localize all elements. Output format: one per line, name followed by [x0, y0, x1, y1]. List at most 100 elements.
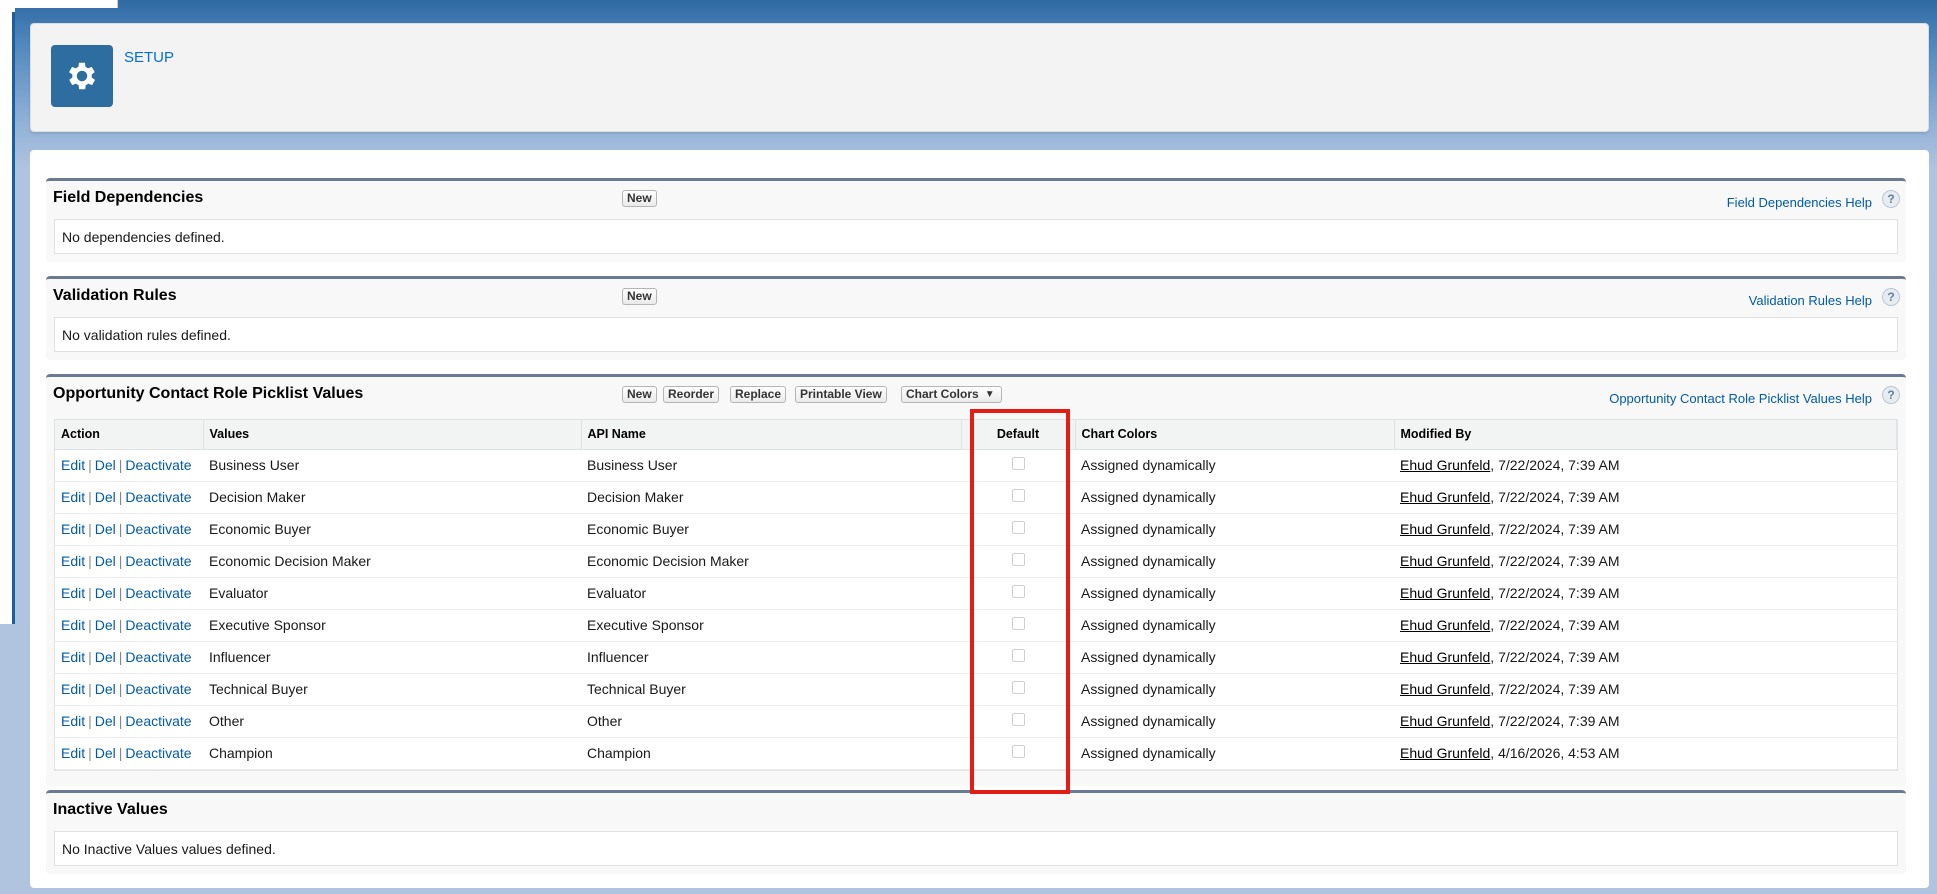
separator: |	[118, 617, 123, 633]
new-field-dependency-button[interactable]: New	[622, 190, 657, 207]
api-name-cell: Business User	[581, 449, 961, 482]
user-link[interactable]: Ehud Grunfeld	[1400, 521, 1490, 537]
modified-date: , 7/22/2024, 7:39 AM	[1490, 457, 1620, 473]
user-link[interactable]: Ehud Grunfeld	[1400, 649, 1490, 665]
section-title: Opportunity Contact Role Picklist Values	[53, 385, 364, 402]
api-name-cell: Other	[581, 705, 961, 738]
field-dependencies-section: Field Dependencies New Field Dependencie…	[46, 178, 1906, 262]
del-link[interactable]: Del	[95, 617, 116, 633]
chart-color-cell: Assigned dynamically	[1075, 705, 1394, 738]
validation-rules-section: Validation Rules New Validation Rules He…	[46, 276, 1906, 360]
action-cell: Edit | Del | Deactivate	[55, 545, 203, 578]
user-link[interactable]: Ehud Grunfeld	[1400, 713, 1490, 729]
edit-link[interactable]: Edit	[61, 649, 85, 665]
setup-header: SETUP	[30, 23, 1929, 132]
action-cell: Edit | Del | Deactivate	[55, 577, 203, 610]
top-tab	[0, 0, 118, 8]
table-row: Edit | Del | Deactivate Decision Maker Decis…	[55, 481, 1897, 514]
del-link[interactable]: Del	[95, 489, 116, 505]
default-checkbox	[1011, 617, 1025, 630]
separator: |	[88, 585, 92, 601]
default-checkbox	[1011, 553, 1025, 566]
value-cell: Executive Sponsor	[203, 609, 581, 642]
validation-rules-help-link[interactable]: Validation Rules Help	[1749, 293, 1872, 308]
edit-link[interactable]: Edit	[61, 713, 85, 729]
user-link[interactable]: Ehud Grunfeld	[1400, 457, 1490, 473]
modified-by-cell: Ehud Grunfeld, 7/22/2024, 7:39 AM	[1394, 609, 1897, 642]
section-title: Field Dependencies	[53, 189, 204, 206]
user-link[interactable]: Ehud Grunfeld	[1400, 585, 1490, 601]
help-icon[interactable]: ?	[1882, 386, 1900, 404]
table-row: Edit | Del | Deactivate Economic Decision Ma…	[55, 545, 1897, 578]
modified-date: , 7/22/2024, 7:39 AM	[1490, 553, 1620, 569]
default-cell	[961, 481, 1075, 514]
value-cell: Champion	[203, 737, 581, 770]
deactivate-link[interactable]: Deactivate	[125, 681, 191, 697]
user-link[interactable]: Ehud Grunfeld	[1400, 489, 1490, 505]
chart-colors-dropdown[interactable]: Chart Colors ▼	[901, 386, 1002, 403]
modified-by-cell: Ehud Grunfeld, 7/22/2024, 7:39 AM	[1394, 673, 1897, 706]
new-value-button[interactable]: New	[622, 386, 657, 403]
edit-link[interactable]: Edit	[61, 457, 85, 473]
replace-button[interactable]: Replace	[730, 386, 787, 403]
edit-link[interactable]: Edit	[61, 745, 85, 761]
separator: |	[118, 681, 123, 697]
default-cell	[961, 641, 1075, 674]
field-dependencies-help-link[interactable]: Field Dependencies Help	[1727, 195, 1872, 210]
separator: |	[118, 489, 123, 505]
printable-view-button[interactable]: Printable View	[795, 386, 887, 403]
del-link[interactable]: Del	[95, 649, 116, 665]
deactivate-link[interactable]: Deactivate	[125, 745, 191, 761]
value-cell: Decision Maker	[203, 481, 581, 514]
deactivate-link[interactable]: Deactivate	[125, 489, 191, 505]
default-cell	[961, 545, 1075, 578]
chart-color-cell: Assigned dynamically	[1075, 737, 1394, 770]
edit-link[interactable]: Edit	[61, 489, 85, 505]
value-cell: Economic Decision Maker	[203, 545, 581, 578]
action-cell: Edit | Del | Deactivate	[55, 705, 203, 738]
value-cell: Other	[203, 705, 581, 738]
deactivate-link[interactable]: Deactivate	[125, 585, 191, 601]
user-link[interactable]: Ehud Grunfeld	[1400, 553, 1490, 569]
new-validation-rule-button[interactable]: New	[622, 288, 657, 305]
picklist-values-help-link[interactable]: Opportunity Contact Role Picklist Values…	[1609, 391, 1872, 406]
page-title[interactable]: SETUP	[124, 49, 174, 66]
table-row: Edit | Del | Deactivate Executive Sponsor Ex…	[55, 609, 1897, 642]
del-link[interactable]: Del	[95, 745, 116, 761]
edit-link[interactable]: Edit	[61, 585, 85, 601]
default-cell	[961, 705, 1075, 738]
deactivate-link[interactable]: Deactivate	[125, 553, 191, 569]
reorder-button[interactable]: Reorder	[663, 386, 720, 403]
column-header-values: Values	[203, 420, 582, 450]
del-link[interactable]: Del	[95, 713, 116, 729]
left-panel-lower	[0, 624, 15, 894]
del-link[interactable]: Del	[95, 553, 116, 569]
edit-link[interactable]: Edit	[61, 521, 85, 537]
deactivate-link[interactable]: Deactivate	[125, 457, 191, 473]
deactivate-link[interactable]: Deactivate	[125, 649, 191, 665]
deactivate-link[interactable]: Deactivate	[125, 617, 191, 633]
api-name-cell: Technical Buyer	[581, 673, 961, 706]
help-icon[interactable]: ?	[1882, 190, 1900, 208]
api-name-cell: Executive Sponsor	[581, 609, 961, 642]
value-cell: Evaluator	[203, 577, 581, 610]
user-link[interactable]: Ehud Grunfeld	[1400, 617, 1490, 633]
default-checkbox	[1011, 585, 1025, 598]
separator: |	[118, 649, 123, 665]
deactivate-link[interactable]: Deactivate	[125, 521, 191, 537]
content-area: Field Dependencies New Field Dependencie…	[30, 150, 1929, 888]
user-link[interactable]: Ehud Grunfeld	[1400, 745, 1490, 761]
del-link[interactable]: Del	[95, 681, 116, 697]
deactivate-link[interactable]: Deactivate	[125, 713, 191, 729]
del-link[interactable]: Del	[95, 585, 116, 601]
edit-link[interactable]: Edit	[61, 617, 85, 633]
user-link[interactable]: Ehud Grunfeld	[1400, 681, 1490, 697]
del-link[interactable]: Del	[95, 521, 116, 537]
table-row: Edit | Del | Deactivate Influencer Influence…	[55, 641, 1897, 674]
edit-link[interactable]: Edit	[61, 553, 85, 569]
edit-link[interactable]: Edit	[61, 681, 85, 697]
del-link[interactable]: Del	[95, 457, 116, 473]
column-header-action: Action	[55, 420, 204, 450]
table-body: Edit | Del | Deactivate Business User Busine…	[55, 449, 1897, 770]
help-icon[interactable]: ?	[1882, 288, 1900, 306]
